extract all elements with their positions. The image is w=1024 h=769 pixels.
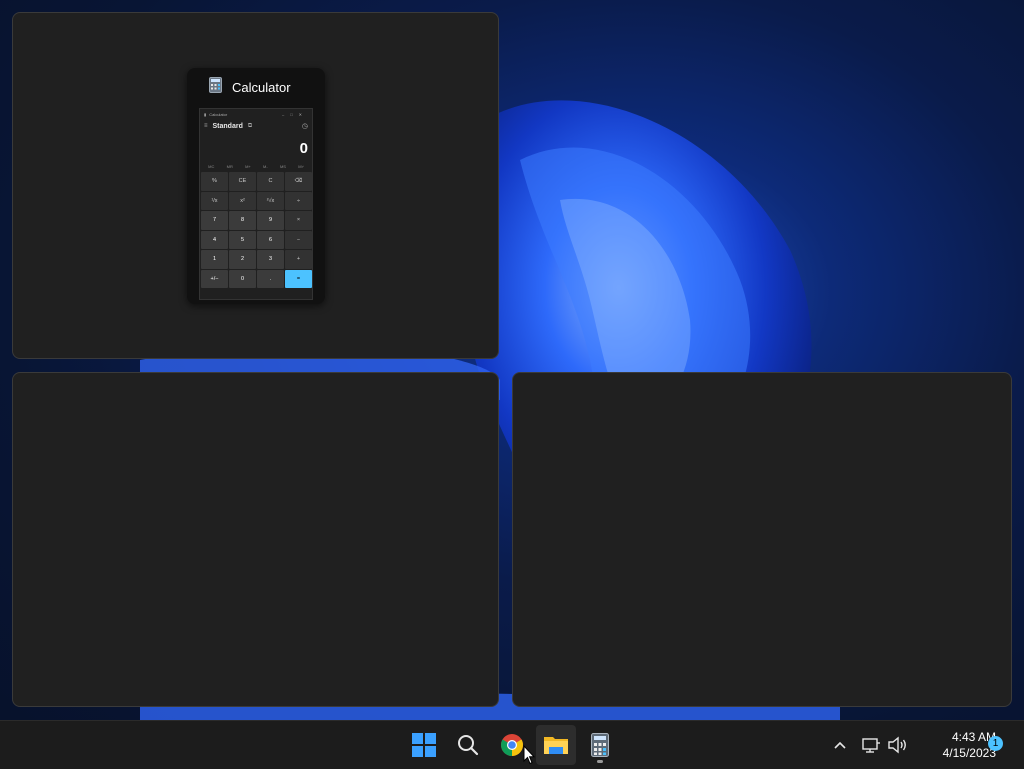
calculator-window-preview: ▮ Calculator –□✕ ≡ Standard ⧉ ◷ 0 MC MR … <box>199 108 313 300</box>
window-controls: –□✕ <box>282 111 308 117</box>
mem-mplus: M+ <box>245 163 251 169</box>
taskbar: 4:43 AM 4/15/2023 <box>0 720 1024 769</box>
calc-key: − <box>285 230 312 249</box>
chevron-up-icon <box>834 741 846 749</box>
chrome-icon <box>501 734 523 756</box>
folder-icon <box>544 737 568 754</box>
calc-titlebar: ▮ Calculator –□✕ <box>200 109 312 119</box>
memory-row: MC MR M+ M- MS M˅ <box>200 161 312 171</box>
history-icon: ◷ <box>301 123 308 130</box>
calc-keypad: % CE C ⌫ ¹/x x² ²√x ÷ 7 8 9 × 4 5 6 − 1 … <box>200 171 312 288</box>
file-explorer-taskbar-button[interactable] <box>536 725 576 765</box>
mem-mc: MC <box>208 163 215 169</box>
calc-key: 7 <box>201 211 228 230</box>
calc-key: ²√x <box>257 191 284 210</box>
notification-badge[interactable]: 1 <box>988 736 1003 751</box>
clock-time: 4:43 AM <box>951 730 996 744</box>
clock-date: 4/15/2023 <box>942 746 996 760</box>
calculator-taskbar-button[interactable] <box>580 725 620 765</box>
network-icon <box>862 738 880 753</box>
mem-mminus: M- <box>263 163 268 169</box>
snap-zone-bottom-right[interactable] <box>512 372 1012 707</box>
calc-key: 4 <box>201 230 228 249</box>
calc-key: ÷ <box>285 191 312 210</box>
thumbnail-header: Calculator <box>187 68 325 106</box>
hamburger-menu-icon: ≡ <box>204 123 208 129</box>
keep-on-top-icon: ⧉ <box>247 122 253 129</box>
calc-key: ⌫ <box>285 172 312 191</box>
calc-key-equals: = <box>285 269 312 288</box>
speaker-icon <box>888 736 906 754</box>
mem-mr: MR <box>226 163 233 169</box>
volume-control[interactable] <box>886 721 908 769</box>
tray-overflow-button[interactable] <box>828 721 852 769</box>
windows-logo-icon <box>412 733 436 757</box>
calculator-icon <box>591 733 609 757</box>
calc-key: 8 <box>229 211 256 230</box>
calc-key: 0 <box>229 269 256 288</box>
thumbnail-title: Calculator <box>232 79 291 95</box>
calc-key: 3 <box>257 250 284 269</box>
snap-zone-top-left[interactable]: Calculator ▮ Calculator –□✕ ≡ Standard ⧉… <box>12 12 499 359</box>
window-thumbnail-calculator[interactable]: Calculator ▮ Calculator –□✕ ≡ Standard ⧉… <box>187 68 325 304</box>
mouse-cursor-icon <box>523 745 535 765</box>
calc-key: 9 <box>257 211 284 230</box>
calc-key: 2 <box>229 250 256 269</box>
mem-ms: MS <box>279 163 286 169</box>
mem-list: M˅ <box>298 163 304 169</box>
calc-title: Calculator <box>209 111 228 117</box>
network-status[interactable] <box>860 721 882 769</box>
calc-key: 1 <box>201 250 228 269</box>
calc-mini-icon: ▮ <box>204 111 207 117</box>
search-icon <box>458 735 479 756</box>
calc-key: C <box>257 172 284 191</box>
search-button[interactable] <box>448 725 488 765</box>
calc-key: ¹/x <box>201 191 228 210</box>
calc-mode-bar: ≡ Standard ⧉ ◷ <box>200 119 312 133</box>
start-button[interactable] <box>404 725 444 765</box>
calc-key: + <box>285 250 312 269</box>
calc-key: +/− <box>201 269 228 288</box>
calc-key: 5 <box>229 230 256 249</box>
calc-key: × <box>285 211 312 230</box>
calc-mode-label: Standard <box>212 122 243 130</box>
calc-display: 0 <box>299 140 308 157</box>
calc-key: 6 <box>257 230 284 249</box>
calc-key: . <box>257 269 284 288</box>
calc-key: x² <box>229 191 256 210</box>
running-indicator <box>597 760 603 763</box>
calculator-icon <box>209 76 222 98</box>
taskbar-clock[interactable]: 4:43 AM 4/15/2023 <box>912 729 996 761</box>
calc-key: % <box>201 172 228 191</box>
calc-key: CE <box>229 172 256 191</box>
snap-zone-bottom-left[interactable] <box>12 372 499 707</box>
